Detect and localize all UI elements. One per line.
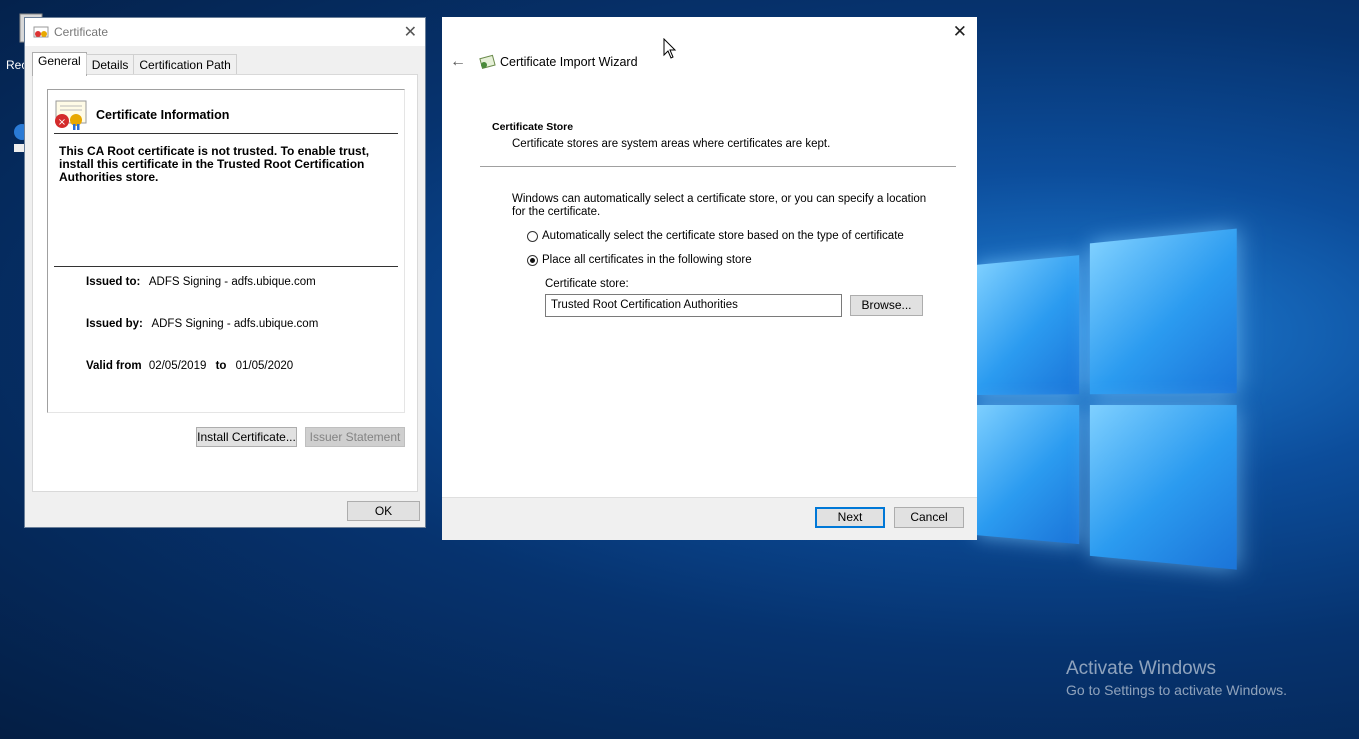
store-label: Certificate store:	[545, 278, 629, 290]
tab-general[interactable]: General	[32, 52, 87, 76]
certificate-title: Certificate	[54, 25, 109, 39]
browse-button[interactable]: Browse...	[850, 295, 923, 316]
radio-button-checked[interactable]	[527, 254, 538, 266]
certificate-icon	[33, 26, 49, 38]
general-tab-panel: × Certificate Information This CA Root c…	[32, 74, 418, 492]
activate-windows-watermark: Activate Windows Go to Settings to activ…	[1066, 658, 1287, 698]
certificate-dialog: Certificate ✕ General Details Certificat…	[24, 17, 426, 528]
tab-certification-path[interactable]: Certification Path	[133, 54, 237, 74]
ok-button[interactable]: OK	[347, 501, 420, 521]
activate-subtitle: Go to Settings to activate Windows.	[1066, 682, 1287, 698]
wizard-title: Certificate Import Wizard	[500, 55, 638, 69]
divider	[54, 133, 398, 134]
close-icon[interactable]: ✕	[953, 22, 967, 42]
issued-by-value: ADFS Signing - adfs.ubique.com	[151, 318, 319, 330]
issued-by-row: Issued by: ADFS Signing - adfs.ubique.co…	[86, 318, 318, 330]
section-title: Certificate Store	[492, 121, 574, 133]
valid-to-label: to	[215, 360, 227, 372]
valid-to-value: 01/05/2020	[235, 360, 294, 372]
install-certificate-button[interactable]: Install Certificate...	[196, 427, 297, 447]
info-title: Certificate Information	[96, 108, 230, 122]
back-arrow-icon[interactable]: ←	[450, 53, 466, 71]
divider	[480, 166, 956, 167]
certificate-store-field[interactable]: Trusted Root Certification Authorities	[545, 294, 842, 317]
issued-to-value: ADFS Signing - adfs.ubique.com	[148, 276, 316, 288]
radio-auto-select[interactable]: Automatically select the certificate sto…	[527, 230, 904, 242]
radio-auto-label[interactable]: Automatically select the certificate sto…	[542, 230, 904, 242]
certificate-info-box: × Certificate Information This CA Root c…	[47, 89, 405, 413]
issuer-statement-button[interactable]: Issuer Statement	[305, 427, 405, 447]
certificate-titlebar[interactable]: Certificate ✕	[25, 18, 425, 46]
valid-row: Valid from 02/05/2019 to 01/05/2020	[86, 360, 293, 372]
untrusted-certificate-icon: ×	[55, 100, 87, 130]
issued-by-label: Issued by:	[86, 318, 143, 330]
issued-to-label: Issued to:	[86, 276, 141, 288]
wizard-footer: Next Cancel	[442, 497, 977, 540]
desktop: Rec Activate Windows Go to Settings to a…	[0, 0, 1359, 739]
radio-manual-label[interactable]: Place all certificates in the following …	[542, 254, 752, 266]
activate-title: Activate Windows	[1066, 658, 1216, 679]
radio-place-in-store[interactable]: Place all certificates in the following …	[527, 254, 752, 266]
certificate-import-wizard: ✕ ← Certificate Import Wizard Certificat…	[442, 17, 977, 540]
divider	[54, 266, 398, 267]
certificate-tabs: General Details Certification Path	[25, 52, 425, 76]
store-description: Windows can automatically select a certi…	[512, 193, 927, 218]
tab-details[interactable]: Details	[85, 54, 135, 74]
cancel-button[interactable]: Cancel	[894, 507, 964, 528]
section-subtitle: Certificate stores are system areas wher…	[512, 138, 831, 150]
trust-warning-text: This CA Root certificate is not trusted.…	[59, 144, 370, 184]
valid-from-label: Valid from	[86, 360, 142, 372]
valid-from-value: 02/05/2019	[148, 360, 207, 372]
radio-button[interactable]	[527, 230, 538, 242]
close-icon[interactable]: ✕	[404, 22, 417, 42]
svg-text:×: ×	[58, 117, 66, 128]
issued-to-row: Issued to: ADFS Signing - adfs.ubique.co…	[86, 276, 316, 288]
next-button[interactable]: Next	[815, 507, 885, 528]
certificate-wizard-icon	[479, 54, 496, 69]
windows-logo	[975, 217, 1237, 593]
mouse-cursor-icon	[663, 38, 677, 59]
